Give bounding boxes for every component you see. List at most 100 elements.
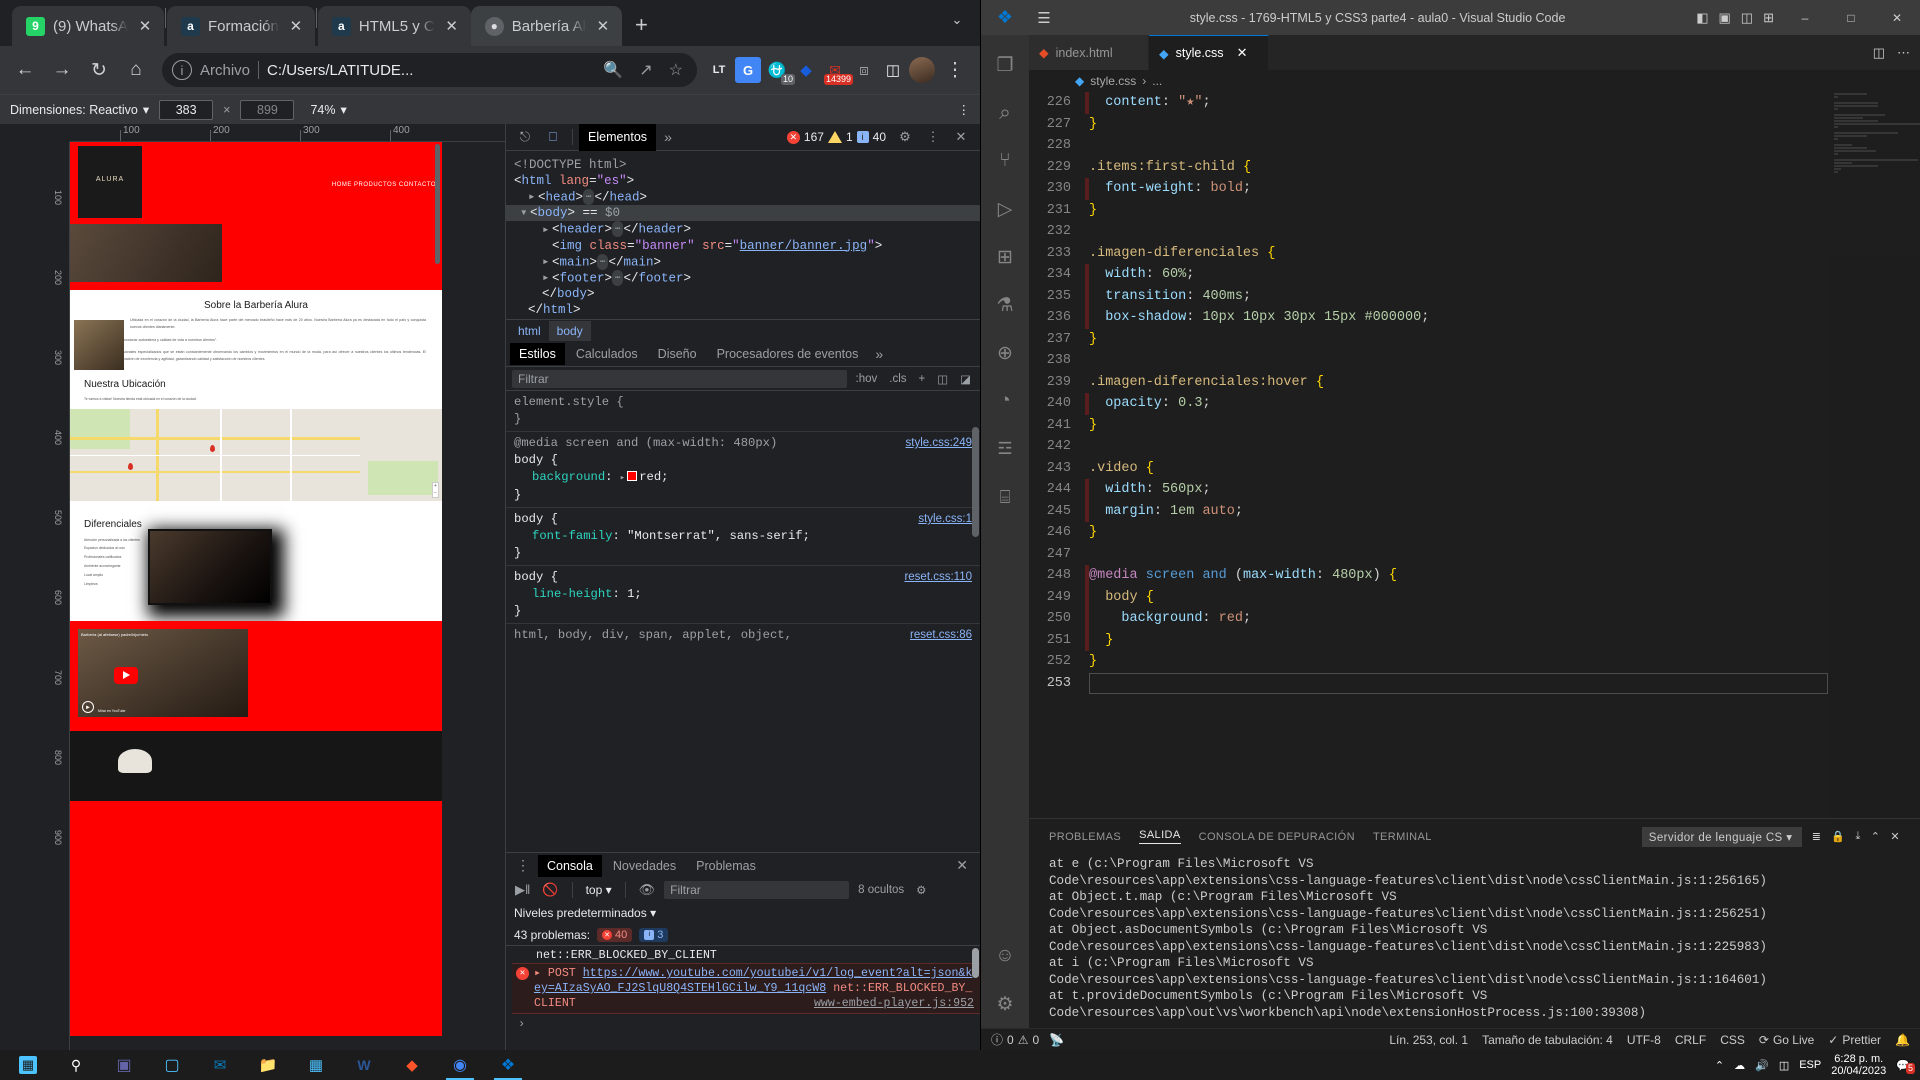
toggle-panel-icon[interactable]: ▣	[1719, 10, 1731, 26]
tab-procesadores-eventos[interactable]: Procesadores de eventos	[708, 343, 868, 365]
live-expression-icon[interactable]: 👁	[636, 882, 659, 898]
code-line[interactable]	[1089, 221, 1828, 243]
code-line[interactable]	[1089, 436, 1828, 458]
code-line[interactable]: body {	[1085, 586, 1828, 608]
code-line[interactable]: }	[1089, 522, 1828, 544]
close-icon[interactable]: ✕	[287, 17, 305, 35]
chrome-menu-button[interactable]: ⋮	[938, 53, 972, 87]
toggle-device-icon[interactable]: ⎕	[540, 126, 566, 148]
toggle-sidebar-icon[interactable]: ◪	[957, 372, 974, 386]
output-content[interactable]: at e (c:\Program Files\Microsoft VS Code\…	[1029, 854, 1920, 1028]
dom-line[interactable]: ▸ <main> ⋯ </main>	[514, 253, 980, 270]
edge-tools-icon[interactable]: ◔	[981, 377, 1029, 425]
code-line[interactable]: @media screen and (max-width: 480px) {	[1085, 565, 1828, 587]
rule-source-link[interactable]: reset.css:86	[910, 627, 972, 644]
browser-tab-whatsapp[interactable]: 9 (9) WhatsA ✕	[12, 6, 165, 46]
breadcrumb-symbol[interactable]: ...	[1152, 74, 1162, 88]
share-icon[interactable]: ↗	[635, 60, 656, 80]
error-count-badge[interactable]: ✕ 40	[597, 927, 633, 942]
browser-tab-html5[interactable]: a HTML5 y C ✕	[317, 6, 471, 46]
code-line[interactable]	[1089, 544, 1828, 566]
prop-name[interactable]: background	[514, 470, 605, 484]
teams-icon[interactable]: ▣	[100, 1050, 148, 1080]
code-line[interactable]	[1089, 672, 1828, 694]
chrome-icon[interactable]: ◉	[436, 1050, 484, 1080]
source-control-icon[interactable]: ⑂	[981, 137, 1029, 185]
device-dimensions-select[interactable]: Dimensiones: Reactivo ▾	[10, 102, 149, 118]
mail-icon[interactable]: ✉ 14399	[822, 57, 853, 85]
chevron-up-icon[interactable]: ⌃	[1715, 1059, 1724, 1072]
close-button[interactable]: ✕	[1874, 0, 1920, 35]
code-line[interactable]: }	[1089, 329, 1828, 351]
tab-consola[interactable]: Consola	[538, 854, 602, 877]
live-share-icon[interactable]: ⊕	[981, 329, 1029, 377]
new-tab-button[interactable]: +	[622, 12, 661, 46]
prop-name[interactable]: font-family	[514, 529, 612, 543]
search-icon[interactable]: ⌕	[981, 89, 1029, 137]
clear-console-icon[interactable]: 🚫	[539, 882, 561, 898]
close-icon[interactable]: ✕	[1237, 45, 1248, 61]
console-context-select[interactable]: top ▾	[583, 883, 615, 897]
code-line[interactable]: margin: 1em auto;	[1085, 500, 1828, 522]
style-rule-body-font[interactable]: body { style.css:1 font-family: "Montser…	[506, 508, 980, 566]
testing-icon[interactable]: ⚗	[981, 281, 1029, 329]
code-content[interactable]: content: "★";} .items:first-child { font…	[1085, 92, 1828, 818]
code-line[interactable]: width: 560px;	[1085, 479, 1828, 501]
run-debug-icon[interactable]: ▷	[981, 185, 1029, 233]
toggle-secondary-sidebar-icon[interactable]: ◫	[1741, 10, 1753, 26]
dom-line[interactable]: <!DOCTYPE html>	[514, 157, 980, 173]
browser-tab-barberia[interactable]: ● Barbería Al ✕	[470, 6, 622, 46]
collapse-icon[interactable]: ⌄	[934, 0, 980, 40]
code-line[interactable]: .items:first-child {	[1089, 157, 1828, 179]
info-icon[interactable]: i	[172, 60, 192, 80]
cursor-position[interactable]: Lín. 253, col. 1	[1389, 1033, 1468, 1047]
close-icon[interactable]: ✕	[948, 126, 974, 148]
more-actions-icon[interactable]: ⋯	[1897, 45, 1910, 61]
video-player[interactable]: Barbería (al afeitarse) padre/hijo/nieto…	[78, 628, 248, 717]
prop-value[interactable]: red	[639, 470, 661, 484]
search-icon[interactable]: 🔍	[599, 60, 627, 80]
console-scrollbar[interactable]	[972, 948, 979, 978]
more-vertical-icon[interactable]: ⋮	[510, 857, 536, 874]
adblock-icon[interactable]: ⛎ 10	[764, 57, 795, 85]
close-icon[interactable]: ✕	[594, 17, 612, 35]
google-translate-icon[interactable]: G	[735, 57, 761, 83]
dom-line[interactable]: ▸ <head> ⋯ </head>	[514, 189, 980, 205]
style-rule-body-lineheight[interactable]: body { reset.css:110 line-height: 1; }	[506, 566, 980, 624]
breadcrumb-file[interactable]: style.css	[1090, 74, 1136, 88]
forward-button[interactable]: →	[45, 53, 79, 87]
dom-tree[interactable]: <!DOCTYPE html> <html lang="es"> ▸ <head>…	[506, 151, 980, 319]
code-line[interactable]: }	[1089, 114, 1828, 136]
code-line[interactable]: .imagen-diferenciales:hover {	[1089, 372, 1828, 394]
encoding[interactable]: UTF-8	[1627, 1033, 1661, 1047]
differentials-image[interactable]	[148, 528, 272, 605]
code-line[interactable]: opacity: 0.3;	[1085, 393, 1828, 415]
style-rule-media-body[interactable]: @media screen and (max-width: 480px) bod…	[506, 432, 980, 508]
code-line[interactable]: font-weight: bold;	[1085, 178, 1828, 200]
brave-icon[interactable]: ◆	[388, 1050, 436, 1080]
settings-gear-icon[interactable]: ⚙	[981, 980, 1029, 1028]
more-tabs-icon[interactable]: »	[658, 129, 678, 145]
maximize-button[interactable]: □	[1828, 0, 1874, 35]
breadcrumb-html[interactable]: html	[510, 321, 549, 341]
console-output[interactable]: net::ERR_BLOCKED_BY_CLIENT ✕ ▸ POST http…	[506, 946, 980, 1050]
docker-icon[interactable]: ☲	[981, 425, 1029, 473]
volume-icon[interactable]: 🔊	[1755, 1059, 1769, 1072]
code-line[interactable]: }	[1089, 200, 1828, 222]
dom-line[interactable]: <html lang="es">	[514, 173, 980, 189]
star-icon[interactable]: ☆	[665, 60, 687, 80]
onedrive-icon[interactable]: ☁	[1734, 1059, 1745, 1072]
prop-value[interactable]: "Montserrat", sans-serif	[627, 529, 803, 543]
go-live-button[interactable]: ⟳ Go Live	[1759, 1033, 1814, 1047]
code-line[interactable]: .video {	[1089, 458, 1828, 480]
language-mode[interactable]: CSS	[1720, 1033, 1745, 1047]
explorer-icon[interactable]: ❐	[981, 41, 1029, 89]
color-swatch[interactable]	[627, 471, 638, 481]
tab-problemas[interactable]: Problemas	[687, 855, 765, 877]
start-button[interactable]: ▦	[4, 1050, 52, 1080]
viewport-width-input[interactable]: 383	[159, 99, 214, 120]
remote-explorer-icon[interactable]: ⌸	[981, 473, 1029, 521]
open-log-icon[interactable]: ⤓	[1855, 830, 1860, 843]
rule-source-link[interactable]: style.css:249	[906, 435, 972, 452]
editor-tab-index-html[interactable]: ◆ index.html	[1029, 35, 1149, 70]
